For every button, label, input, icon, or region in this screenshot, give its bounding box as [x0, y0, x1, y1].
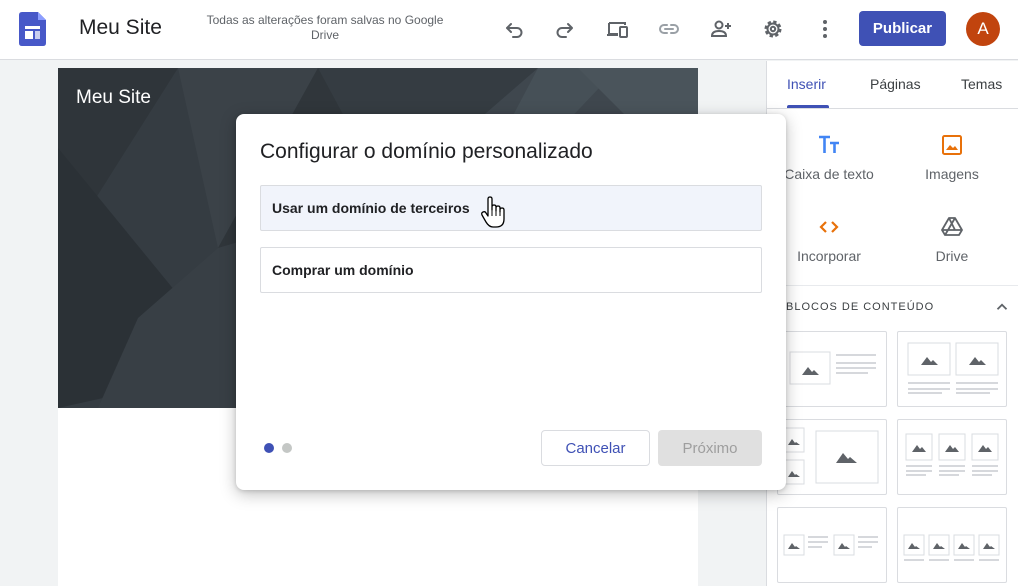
undo-icon[interactable] [500, 15, 528, 43]
share-icon[interactable] [707, 15, 735, 43]
tab-inserir[interactable]: Inserir [787, 76, 826, 92]
step-indicator-dot [282, 443, 292, 453]
images-label: Imagens [925, 166, 979, 182]
layout-block-5[interactable] [777, 507, 887, 583]
content-blocks-heading: BLOCOS DE CONTEÚDO [786, 301, 935, 313]
cancel-button[interactable]: Cancelar [541, 430, 650, 466]
more-vert-icon[interactable] [811, 15, 839, 43]
link-icon[interactable] [655, 15, 683, 43]
site-title[interactable]: Meu Site [79, 16, 162, 40]
preview-devices-icon[interactable] [603, 15, 631, 43]
layout-block-1[interactable] [777, 331, 887, 407]
insert-panel: Inserir Páginas Temas Caixa de texto Ima… [766, 61, 1018, 586]
tab-paginas[interactable]: Páginas [870, 76, 921, 92]
embed-label: Incorporar [797, 248, 861, 264]
chevron-up-icon[interactable] [993, 298, 1011, 316]
hand-pointer-cursor-icon [481, 196, 505, 228]
layout-block-4[interactable] [897, 419, 1007, 495]
next-button[interactable]: Próximo [658, 430, 762, 466]
option-buy-domain[interactable]: Comprar um domínio [260, 247, 762, 293]
publish-button[interactable]: Publicar [859, 11, 946, 46]
redo-icon[interactable] [551, 15, 579, 43]
layout-block-2[interactable] [897, 331, 1007, 407]
layout-block-6[interactable] [897, 507, 1007, 583]
hero-title[interactable]: Meu Site [76, 87, 151, 109]
embed-icon [819, 221, 839, 233]
drive-label: Drive [935, 248, 969, 264]
top-bar: Meu Site Todas as alterações foram salva… [0, 0, 1018, 60]
active-tab-indicator [787, 105, 829, 108]
save-status: Todas as alterações foram salvas no Goog… [206, 13, 444, 42]
step-indicator-dot-active [264, 443, 274, 453]
custom-domain-dialog: Configurar o domínio personalizado Usar … [236, 114, 786, 490]
text-box-tool[interactable]: Caixa de texto [779, 133, 879, 182]
text-box-label: Caixa de texto [784, 166, 874, 182]
panel-divider [779, 285, 1018, 286]
avatar[interactable]: A [966, 12, 1000, 46]
text-box-icon [819, 135, 839, 153]
drive-tool[interactable]: Drive [902, 215, 1002, 264]
settings-icon[interactable] [759, 15, 787, 43]
option-third-party-domain[interactable]: Usar um domínio de terceiros [260, 185, 762, 231]
drive-icon [941, 217, 963, 236]
tab-temas[interactable]: Temas [961, 76, 1002, 92]
embed-tool[interactable]: Incorporar [779, 215, 879, 264]
google-sites-logo-icon[interactable] [19, 12, 46, 46]
images-tool[interactable]: Imagens [902, 133, 1002, 182]
layout-block-3[interactable] [777, 419, 887, 495]
dialog-title: Configurar o domínio personalizado [260, 140, 593, 163]
panel-tabs: Inserir Páginas Temas [767, 61, 1018, 109]
image-icon [942, 135, 962, 155]
